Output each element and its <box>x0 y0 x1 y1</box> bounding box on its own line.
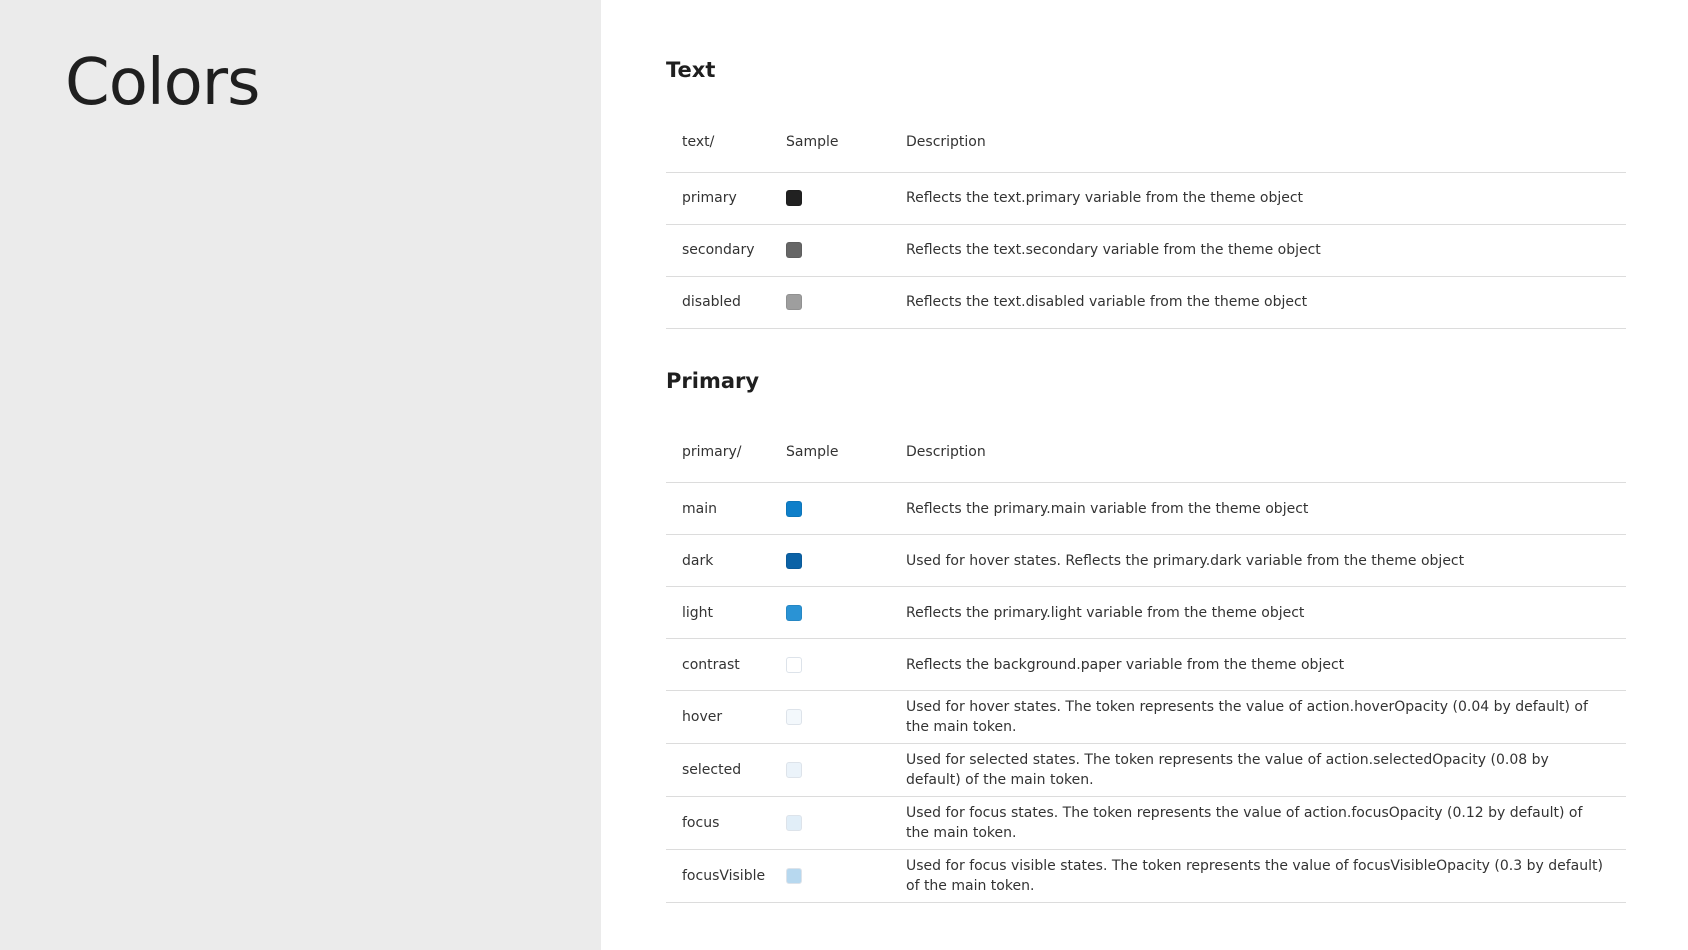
table-row: focus Used for focus states. The token re… <box>666 796 1626 850</box>
table-row: selected Used for selected states. The to… <box>666 743 1626 797</box>
token-name: contrast <box>666 638 786 691</box>
color-swatch <box>786 762 802 778</box>
primary-token-table: primary/ Sample Description main Reflects… <box>666 422 1626 903</box>
token-description: Reflects the text.disabled variable from… <box>906 276 1626 329</box>
column-header-sample: Sample <box>786 422 906 483</box>
token-description: Used for focus visible states. The token… <box>906 849 1626 903</box>
color-swatch <box>786 815 802 831</box>
sample-cell <box>786 172 906 225</box>
left-panel: Colors <box>0 0 601 950</box>
section-text: Text text/ Sample Description primary Ref… <box>666 54 1626 329</box>
sample-cell <box>786 482 906 535</box>
token-name: focus <box>666 796 786 850</box>
sample-cell <box>786 743 906 797</box>
right-panel: Text text/ Sample Description primary Ref… <box>601 0 1688 950</box>
page: Colors Text text/ Sample Description pri… <box>0 0 1688 950</box>
color-swatch <box>786 242 802 258</box>
color-swatch <box>786 294 802 310</box>
table-header-row: text/ Sample Description <box>666 112 1626 173</box>
token-description: Reflects the primary.main variable from … <box>906 482 1626 535</box>
token-description: Reflects the text.primary variable from … <box>906 172 1626 225</box>
sample-cell <box>786 796 906 850</box>
token-name: primary <box>666 172 786 225</box>
column-header-sample: Sample <box>786 112 906 173</box>
token-description: Reflects the primary.light variable from… <box>906 586 1626 639</box>
token-name: hover <box>666 690 786 744</box>
sample-cell <box>786 638 906 691</box>
color-swatch <box>786 656 802 673</box>
section-title-primary: Primary <box>666 368 760 393</box>
section-primary: Primary primary/ Sample Description main… <box>666 365 1626 903</box>
token-name: dark <box>666 534 786 587</box>
color-swatch <box>786 709 802 725</box>
table-header-row: primary/ Sample Description <box>666 422 1626 483</box>
primary-table-body: main Reflects the primary.main variable f… <box>666 482 1626 903</box>
color-swatch <box>786 190 802 206</box>
column-header-description: Description <box>906 422 1626 483</box>
sample-cell <box>786 690 906 744</box>
table-row: primary Reflects the text.primary variabl… <box>666 172 1626 225</box>
token-name: main <box>666 482 786 535</box>
sample-cell <box>786 224 906 277</box>
page-title: Colors <box>65 46 260 120</box>
token-description: Reflects the text.secondary variable fro… <box>906 224 1626 277</box>
section-title-text: Text <box>666 58 716 82</box>
token-name: secondary <box>666 224 786 277</box>
sample-cell <box>786 534 906 587</box>
column-header-description: Description <box>906 112 1626 173</box>
token-name: focusVisible <box>666 849 786 903</box>
table-row: secondary Reflects the text.secondary var… <box>666 224 1626 277</box>
color-swatch <box>786 552 802 569</box>
text-table-body: primary Reflects the text.primary variabl… <box>666 172 1626 329</box>
color-swatch <box>786 868 802 884</box>
token-description: Used for hover states. The token represe… <box>906 690 1626 744</box>
table-row: dark Used for hover states. Reflects the … <box>666 534 1626 587</box>
table-row: focusVisible Used for focus visible state… <box>666 849 1626 903</box>
color-swatch <box>786 604 802 621</box>
color-swatch <box>786 500 802 517</box>
table-row: contrast Reflects the background.paper va… <box>666 638 1626 691</box>
token-name: light <box>666 586 786 639</box>
table-row: main Reflects the primary.main variable f… <box>666 482 1626 535</box>
token-description: Used for hover states. Reflects the prim… <box>906 534 1626 587</box>
token-description: Used for selected states. The token repr… <box>906 743 1626 797</box>
sample-cell <box>786 849 906 903</box>
table-row: light Reflects the primary.light variable… <box>666 586 1626 639</box>
table-row: hover Used for hover states. The token re… <box>666 690 1626 744</box>
token-name: selected <box>666 743 786 797</box>
column-header-name: primary/ <box>666 422 786 483</box>
column-header-name: text/ <box>666 112 786 173</box>
sample-cell <box>786 586 906 639</box>
token-description: Used for focus states. The token represe… <box>906 796 1626 850</box>
token-name: disabled <box>666 276 786 329</box>
text-token-table: text/ Sample Description primary Reflects… <box>666 112 1626 329</box>
sample-cell <box>786 276 906 329</box>
token-description: Reflects the background.paper variable f… <box>906 638 1626 691</box>
table-row: disabled Reflects the text.disabled varia… <box>666 276 1626 329</box>
